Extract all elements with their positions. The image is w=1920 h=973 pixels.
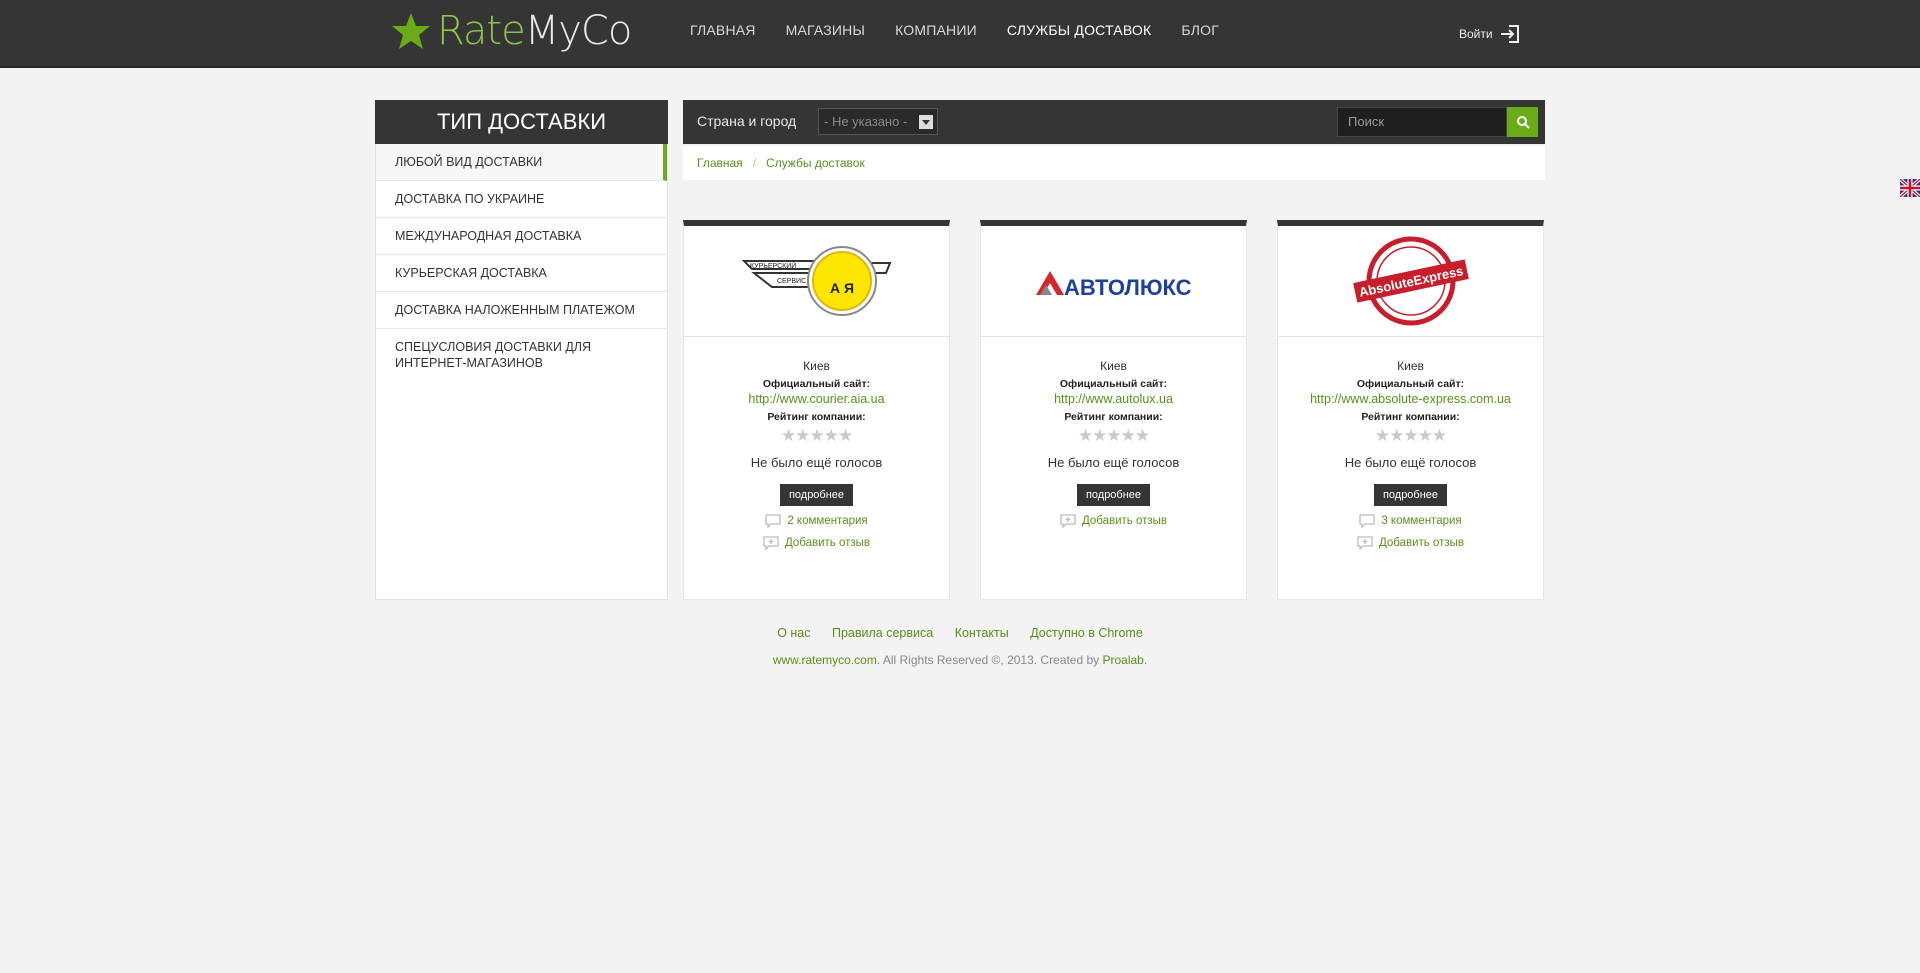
official-site-label: Официальный сайт: [1356,378,1465,390]
add-review-label: Добавить отзыв [784,537,871,549]
filter-bar: Страна и город - Не указано - Поиск [683,100,1545,144]
nav-delivery-services[interactable]: СЛУЖБЫ ДОСТАВОК [1007,22,1151,38]
votes-text: Не было ещё голосов [750,455,883,470]
footer-link-chrome[interactable]: Доступно в Chrome [1030,626,1143,640]
company-city: Киев [803,359,830,373]
breadcrumb: Главная / Службы доставок [683,146,1545,180]
add-review-label: Добавить отзыв [1378,537,1465,549]
courier-aia-logo: КУРЬЕРСКИЙ СЕРВИС А Я [741,246,891,316]
footer-link-rules[interactable]: Правила сервиса [832,626,933,640]
company-card: КУРЬЕРСКИЙ СЕРВИС А Я Киев Официальный с… [683,220,950,600]
votes-text: Не было ещё голосов [1344,455,1477,470]
sidebar-item-ecommerce-delivery[interactable]: СПЕЦУСЛОВИЯ ДОСТАВКИ ДЛЯ ИНТЕРНЕТ-МАГАЗИ… [376,329,667,381]
search-button[interactable] [1507,107,1538,137]
footer-copy-end: . [1143,653,1148,667]
sidebar-item-international-delivery[interactable]: МЕЖДУНАРОДНАЯ ДОСТАВКА [376,218,667,255]
footer-site-link[interactable]: www.ratemyco.com [773,653,877,667]
nav-shops[interactable]: МАГАЗИНЫ [786,22,865,38]
add-review-link[interactable]: Добавить отзыв [684,536,949,550]
uk-flag-icon[interactable] [1900,179,1920,197]
country-city-select[interactable]: - Не указано - [818,108,938,135]
sidebar-item-any-delivery[interactable]: ЛЮБОЙ ВИД ДОСТАВКИ [376,144,667,181]
footer-copyright: www.ratemyco.com. All Rights Reserved ©,… [0,653,1920,667]
country-city-select-value: - Не указано - [824,114,908,129]
footer-author-link[interactable]: Proalab [1102,653,1143,667]
company-city: Киев [1100,359,1127,373]
comments-count: 3 комментария [1381,515,1462,527]
rating-label: Рейтинг компании: [767,411,866,423]
star-logo-icon [392,13,430,49]
company-logo[interactable]: AbsoluteExpress [1278,226,1543,337]
official-site-link[interactable]: http://www.absolute-express.com.ua [1278,392,1543,406]
rating-stars[interactable]: ★★★★★ [684,427,949,445]
official-site-label: Официальный сайт: [762,378,871,390]
footer-links: О нас Правила сервиса Контакты Доступно … [0,626,1920,640]
breadcrumb-home[interactable]: Главная [697,156,743,170]
login-icon [1500,25,1519,43]
top-navigation-bar: RateMyCo ГЛАВНАЯ МАГАЗИНЫ КОМПАНИИ СЛУЖБ… [0,0,1920,68]
site-logo[interactable]: RateMyCo [391,6,633,56]
absolute-express-logo: AbsoluteExpress [1352,236,1469,326]
company-card: AbsoluteExpress Киев Официальный сайт: h… [1277,220,1544,600]
company-logo[interactable]: КУРЬЕРСКИЙ СЕРВИС А Я [684,226,949,337]
add-comment-icon [1060,514,1076,528]
nav-companies[interactable]: КОМПАНИИ [895,22,977,38]
footer-copy-text: . All Rights Reserved ©, 2013. Created b… [876,653,1103,667]
svg-text:АВТОЛЮКС: АВТОЛЮКС [1064,275,1192,300]
company-card: АВТОЛЮКС Киев Официальный сайт: http://w… [980,220,1247,600]
comments-count: 2 комментария [787,515,868,527]
country-city-label: Страна и город [697,113,797,129]
add-comment-icon [1357,536,1373,550]
search-icon [1516,116,1530,129]
breadcrumb-delivery-services[interactable]: Службы доставок [766,156,865,170]
add-review-link[interactable]: Добавить отзыв [1278,536,1543,550]
comments-link[interactable]: 2 комментария [684,514,949,528]
svg-text:А Я: А Я [830,280,854,296]
logo-text-rate: Rate [437,8,526,54]
main-nav: ГЛАВНАЯ МАГАЗИНЫ КОМПАНИИ СЛУЖБЫ ДОСТАВО… [690,22,1249,38]
company-city: Киев [1397,359,1424,373]
rating-stars[interactable]: ★★★★★ [981,427,1246,445]
sidebar-item-courier-delivery[interactable]: КУРЬЕРСКАЯ ДОСТАВКА [376,255,667,292]
comment-icon [765,514,781,528]
official-site-link[interactable]: http://www.autolux.ua [981,392,1246,406]
delivery-type-sidebar: ТИП ДОСТАВКИ ЛЮБОЙ ВИД ДОСТАВКИ ДОСТАВКА… [375,100,668,600]
footer-link-about[interactable]: О нас [777,626,810,640]
logo-text-myco: MyCo [524,8,633,54]
footer-link-contacts[interactable]: Контакты [955,626,1009,640]
chevron-down-icon [919,115,933,129]
autolux-logo: АВТОЛЮКС [1035,271,1192,300]
sidebar-title: ТИП ДОСТАВКИ [375,100,668,144]
svg-text:СЕРВИС: СЕРВИС [777,278,806,285]
svg-text:КУРЬЕРСКИЙ: КУРЬЕРСКИЙ [750,261,796,270]
login-button[interactable]: Войти [1459,24,1520,44]
details-button[interactable]: подробнее [779,484,854,506]
rating-label: Рейтинг компании: [1361,411,1460,423]
login-label: Войти [1459,27,1493,41]
search-input[interactable]: Поиск [1337,107,1507,137]
company-logo[interactable]: АВТОЛЮКС [981,226,1246,337]
nav-blog[interactable]: БЛОГ [1181,22,1219,38]
official-site-link[interactable]: http://www.courier.aia.ua [684,392,949,406]
official-site-label: Официальный сайт: [1059,378,1168,390]
details-button[interactable]: подробнее [1076,484,1151,506]
sidebar-item-ukraine-delivery[interactable]: ДОСТАВКА ПО УКРАИНЕ [376,181,667,218]
rating-stars[interactable]: ★★★★★ [1278,427,1543,445]
add-review-label: Добавить отзыв [1081,515,1168,527]
details-button[interactable]: подробнее [1373,484,1448,506]
sidebar-item-cod-delivery[interactable]: ДОСТАВКА НАЛОЖЕННЫМ ПЛАТЕЖОМ [376,292,667,329]
add-review-link[interactable]: Добавить отзыв [981,514,1246,528]
comments-link[interactable]: 3 комментария [1278,514,1543,528]
nav-home[interactable]: ГЛАВНАЯ [690,22,756,38]
comment-icon [1359,514,1375,528]
rating-label: Рейтинг компании: [1064,411,1163,423]
breadcrumb-separator: / [752,156,757,170]
votes-text: Не было ещё голосов [1047,455,1180,470]
add-comment-icon [763,536,779,550]
